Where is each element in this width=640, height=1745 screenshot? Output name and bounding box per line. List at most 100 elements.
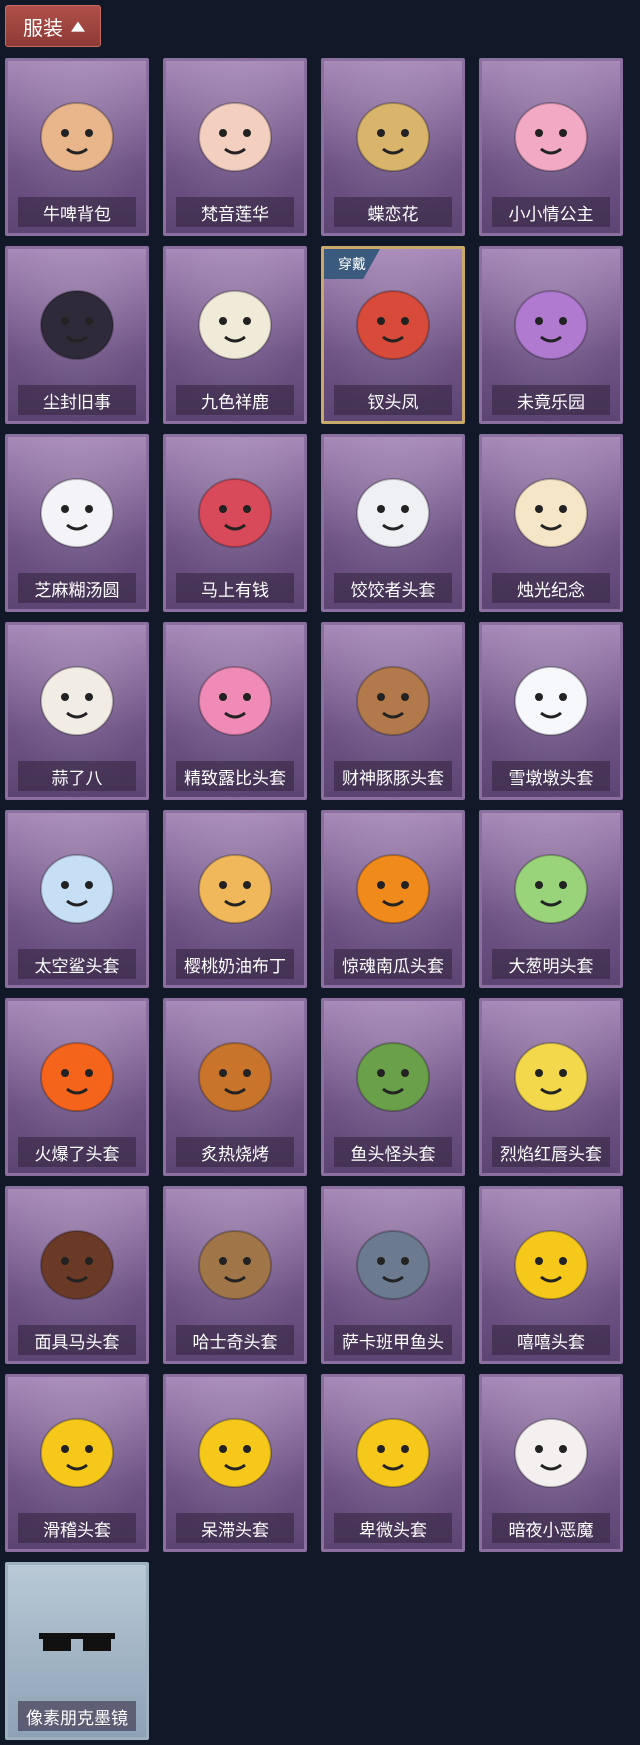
item-card[interactable]: 太空鲨头套 [5, 810, 149, 988]
pumpkin-head-icon [345, 839, 441, 935]
humble-emoji-head-icon [345, 1403, 441, 1499]
item-label: 萨卡班甲鱼头 [334, 1325, 452, 1355]
item-card[interactable]: 烈焰红唇头套 [479, 998, 623, 1176]
item-card[interactable]: 梵音莲华 [163, 58, 307, 236]
pudding-head-icon [187, 839, 283, 935]
item-card[interactable]: 尘封旧事 [5, 246, 149, 424]
deer-pendant-icon [187, 275, 283, 371]
devil-mask-icon [503, 1403, 599, 1499]
item-label: 马上有钱 [176, 573, 294, 603]
item-card[interactable]: 牛啤背包 [5, 58, 149, 236]
item-card[interactable]: 惊魂南瓜头套 [321, 810, 465, 988]
item-label: 钗头凤 [334, 385, 452, 415]
garlic-head-icon [29, 651, 125, 747]
item-label: 精致露比头套 [176, 761, 294, 791]
butterfly-bell-pendant-icon [345, 87, 441, 183]
item-label: 像素朋克墨镜 [18, 1701, 136, 1731]
item-label: 哈士奇头套 [176, 1325, 294, 1355]
item-card[interactable]: 呆滞头套 [163, 1374, 307, 1552]
dazed-emoji-head-icon [187, 1403, 283, 1499]
rice-ball-head-icon [29, 463, 125, 559]
item-label: 牛啤背包 [18, 197, 136, 227]
item-card[interactable]: 小小情公主 [479, 58, 623, 236]
snowman-head-icon [503, 651, 599, 747]
item-label: 滑稽头套 [18, 1513, 136, 1543]
item-label: 惊魂南瓜头套 [334, 949, 452, 979]
capybara-head-icon [345, 651, 441, 747]
item-label: 烛光纪念 [492, 573, 610, 603]
item-card[interactable]: 蝶恋花 [321, 58, 465, 236]
item-card[interactable]: 未竟乐园 [479, 246, 623, 424]
item-label: 嘻嘻头套 [492, 1325, 610, 1355]
candle-head-icon [503, 463, 599, 559]
item-label: 火爆了头套 [18, 1137, 136, 1167]
yellow-pikachu-head-icon [503, 1027, 599, 1123]
purple-hair-doll-icon [503, 275, 599, 371]
red-horse-head-icon [187, 463, 283, 559]
item-label: 大葱明头套 [492, 949, 610, 979]
item-card[interactable]: 财神豚豚头套 [321, 622, 465, 800]
item-label: 卑微头套 [334, 1513, 452, 1543]
item-label: 樱桃奶油布丁 [176, 949, 294, 979]
item-card[interactable]: 面具马头套 [5, 1186, 149, 1364]
item-card[interactable]: 炙热烧烤 [163, 998, 307, 1176]
item-card[interactable]: 哈士奇头套 [163, 1186, 307, 1364]
item-label: 蝶恋花 [334, 197, 452, 227]
item-card[interactable]: 卑微头套 [321, 1374, 465, 1552]
shark-head-icon [29, 839, 125, 935]
item-label: 未竟乐园 [492, 385, 610, 415]
item-card[interactable]: 暗夜小恶魔 [479, 1374, 623, 1552]
scallion-head-icon [503, 839, 599, 935]
item-label: 鱼头怪头套 [334, 1137, 452, 1167]
item-label: 饺饺者头套 [334, 573, 452, 603]
item-card[interactable]: 饺饺者头套 [321, 434, 465, 612]
item-card[interactable]: 嘻嘻头套 [479, 1186, 623, 1364]
lotus-fairy-pendant-icon [187, 87, 283, 183]
item-label: 雪墩墩头套 [492, 761, 610, 791]
item-label: 芝麻糊汤圆 [18, 573, 136, 603]
bbq-meat-head-icon [187, 1027, 283, 1123]
item-card[interactable]: 像素朋克墨镜 [5, 1562, 149, 1740]
fish-head-icon [345, 1027, 441, 1123]
fire-head-icon [29, 1027, 125, 1123]
horse-mask-icon [29, 1215, 125, 1311]
item-card[interactable]: 九色祥鹿 [163, 246, 307, 424]
sacabambaspis-head-icon [345, 1215, 441, 1311]
item-card[interactable]: 雪墩墩头套 [479, 622, 623, 800]
item-label: 财神豚豚头套 [334, 761, 452, 791]
costume-tab[interactable]: 服装 ▲ [5, 5, 101, 47]
dark-figure-pendant-icon [29, 275, 125, 371]
little-princess-icon [503, 87, 599, 183]
pixel-sunglasses-icon [29, 1591, 125, 1687]
item-card[interactable]: 烛光纪念 [479, 434, 623, 612]
item-label: 蒜了八 [18, 761, 136, 791]
funny-emoji-head-icon [29, 1403, 125, 1499]
husky-head-icon [187, 1215, 283, 1311]
item-card[interactable]: 穿戴 钗头凤 [321, 246, 465, 424]
item-label: 呆滞头套 [176, 1513, 294, 1543]
item-card[interactable]: 芝麻糊汤圆 [5, 434, 149, 612]
item-label: 太空鲨头套 [18, 949, 136, 979]
pink-beaver-head-icon [187, 651, 283, 747]
phoenix-crown-doll-icon [345, 275, 441, 371]
item-card[interactable]: 樱桃奶油布丁 [163, 810, 307, 988]
chevron-up-icon: ▲ [71, 18, 85, 34]
item-label: 尘封旧事 [18, 385, 136, 415]
grin-emoji-head-icon [503, 1215, 599, 1311]
dumpling-head-icon [345, 463, 441, 559]
item-card[interactable]: 精致露比头套 [163, 622, 307, 800]
item-card[interactable]: 火爆了头套 [5, 998, 149, 1176]
item-card[interactable]: 马上有钱 [163, 434, 307, 612]
item-label: 小小情公主 [492, 197, 610, 227]
item-label: 烈焰红唇头套 [492, 1137, 610, 1167]
item-label: 梵音莲华 [176, 197, 294, 227]
item-card[interactable]: 滑稽头套 [5, 1374, 149, 1552]
item-card[interactable]: 蒜了八 [5, 622, 149, 800]
item-label: 面具马头套 [18, 1325, 136, 1355]
item-label: 炙热烧烤 [176, 1137, 294, 1167]
item-label: 九色祥鹿 [176, 385, 294, 415]
item-card[interactable]: 大葱明头套 [479, 810, 623, 988]
costume-tab-label: 服装 [23, 15, 63, 40]
item-card[interactable]: 萨卡班甲鱼头 [321, 1186, 465, 1364]
item-card[interactable]: 鱼头怪头套 [321, 998, 465, 1176]
